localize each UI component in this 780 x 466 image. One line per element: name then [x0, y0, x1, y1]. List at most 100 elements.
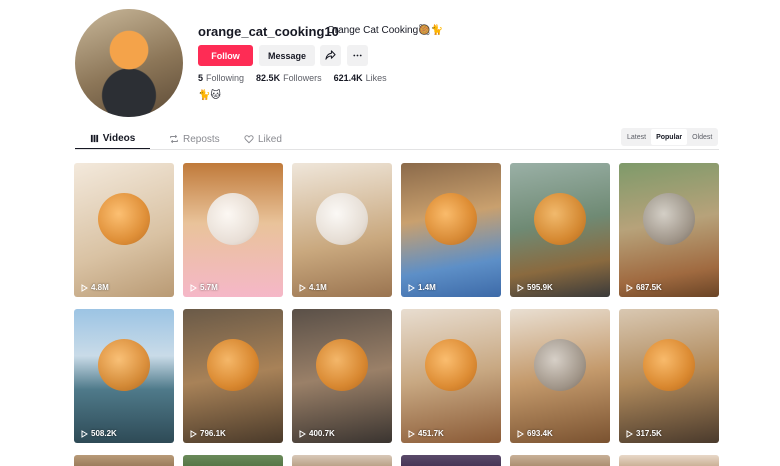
- video-thumbnail: [98, 193, 150, 246]
- video-card[interactable]: 796.1K: [183, 309, 283, 443]
- profile-avatar[interactable]: [75, 9, 183, 117]
- more-icon: [353, 54, 362, 57]
- followers-count: 82.5K: [256, 73, 281, 83]
- likes-label: Likes: [365, 73, 387, 83]
- play-icon: [626, 283, 633, 292]
- video-card[interactable]: [292, 455, 392, 466]
- view-count: 4.8M: [81, 283, 109, 292]
- tab-videos[interactable]: Videos: [75, 128, 150, 150]
- video-thumbnail: [316, 339, 368, 392]
- video-card[interactable]: [510, 455, 610, 466]
- video-card[interactable]: 5.7M: [183, 163, 283, 297]
- profile-tabs: Videos Reposts Liked: [75, 128, 300, 150]
- view-count: 4.1M: [299, 283, 327, 292]
- sort-oldest[interactable]: Oldest: [687, 129, 717, 145]
- tab-videos-label: Videos: [102, 132, 136, 144]
- view-count: 687.5K: [626, 283, 662, 292]
- view-count: 5.7M: [190, 283, 218, 292]
- video-thumbnail: [534, 339, 586, 392]
- view-count-label: 595.9K: [527, 283, 553, 292]
- following-count: 5: [198, 73, 204, 83]
- play-icon: [81, 429, 88, 438]
- play-icon: [299, 429, 306, 438]
- sort-latest[interactable]: Latest: [622, 129, 651, 145]
- view-count: 317.5K: [626, 429, 662, 438]
- view-count-label: 693.4K: [527, 429, 553, 438]
- play-icon: [408, 429, 415, 438]
- video-grid: 4.8M 5.7M 4.1M 1.4M 595.9K 687.5K 508.2K…: [74, 163, 720, 443]
- more-options-button[interactable]: [347, 45, 368, 66]
- view-count-label: 4.8M: [91, 283, 109, 292]
- play-icon: [190, 283, 197, 292]
- play-icon: [81, 283, 88, 292]
- view-count: 693.4K: [517, 429, 553, 438]
- video-thumbnail: [425, 193, 477, 246]
- following-label: Following: [206, 73, 245, 83]
- tabs-divider: [75, 149, 719, 150]
- play-icon: [517, 283, 524, 292]
- view-count-label: 687.5K: [636, 283, 662, 292]
- play-icon: [626, 429, 633, 438]
- share-icon: [325, 50, 336, 60]
- video-thumbnail: [643, 193, 695, 246]
- video-card[interactable]: [401, 455, 501, 466]
- view-count-label: 4.1M: [309, 283, 327, 292]
- video-card[interactable]: 693.4K: [510, 309, 610, 443]
- follow-button[interactable]: Follow: [198, 45, 253, 66]
- video-card[interactable]: 4.1M: [292, 163, 392, 297]
- play-icon: [190, 429, 197, 438]
- video-card[interactable]: 687.5K: [619, 163, 719, 297]
- view-count: 508.2K: [81, 429, 117, 438]
- view-count-label: 317.5K: [636, 429, 662, 438]
- video-thumbnail: [98, 339, 150, 392]
- repost-icon: [170, 134, 178, 144]
- followers-label: Followers: [283, 73, 322, 83]
- message-button[interactable]: Message: [259, 45, 315, 66]
- view-count-label: 796.1K: [200, 429, 226, 438]
- view-count-label: 451.7K: [418, 429, 444, 438]
- video-card[interactable]: [619, 455, 719, 466]
- play-icon: [408, 283, 415, 292]
- tab-liked-label: Liked: [258, 133, 282, 145]
- video-thumbnail: [643, 339, 695, 392]
- profile-nickname: Orange Cat Cooking🥘🐈: [327, 25, 444, 36]
- view-count-label: 1.4M: [418, 283, 436, 292]
- view-count-label: 400.7K: [309, 429, 335, 438]
- video-card[interactable]: 1.4M: [401, 163, 501, 297]
- video-card[interactable]: 400.7K: [292, 309, 392, 443]
- view-count: 595.9K: [517, 283, 553, 292]
- likes-count: 621.4K: [333, 73, 363, 83]
- video-card[interactable]: 317.5K: [619, 309, 719, 443]
- video-thumbnail: [207, 193, 259, 246]
- following-stat[interactable]: 5 Following: [198, 73, 244, 83]
- video-card[interactable]: 508.2K: [74, 309, 174, 443]
- grid-icon: [90, 134, 98, 142]
- video-card[interactable]: [183, 455, 283, 466]
- video-card[interactable]: 595.9K: [510, 163, 610, 297]
- play-icon: [517, 429, 524, 438]
- video-card[interactable]: 4.8M: [74, 163, 174, 297]
- video-card[interactable]: [74, 455, 174, 466]
- share-button[interactable]: [320, 45, 341, 66]
- video-thumbnail: [425, 339, 477, 392]
- tab-reposts[interactable]: Reposts: [165, 128, 225, 150]
- tab-reposts-label: Reposts: [183, 133, 220, 145]
- view-count-label: 508.2K: [91, 429, 117, 438]
- view-count: 451.7K: [408, 429, 444, 438]
- followers-stat[interactable]: 82.5K Followers: [256, 73, 322, 83]
- view-count: 400.7K: [299, 429, 335, 438]
- profile-bio: 🐈🐱: [198, 90, 221, 101]
- video-thumbnail: [207, 339, 259, 392]
- video-thumbnail: [316, 193, 368, 246]
- sort-toggle: Latest Popular Oldest: [621, 128, 719, 146]
- view-count-label: 5.7M: [200, 283, 218, 292]
- video-thumbnail: [534, 193, 586, 246]
- likes-stat: 621.4K Likes: [334, 73, 387, 83]
- heart-icon: [244, 135, 254, 144]
- play-icon: [299, 283, 306, 292]
- tab-liked[interactable]: Liked: [240, 128, 300, 150]
- video-card[interactable]: 451.7K: [401, 309, 501, 443]
- view-count: 796.1K: [190, 429, 226, 438]
- sort-popular[interactable]: Popular: [651, 129, 688, 145]
- view-count: 1.4M: [408, 283, 436, 292]
